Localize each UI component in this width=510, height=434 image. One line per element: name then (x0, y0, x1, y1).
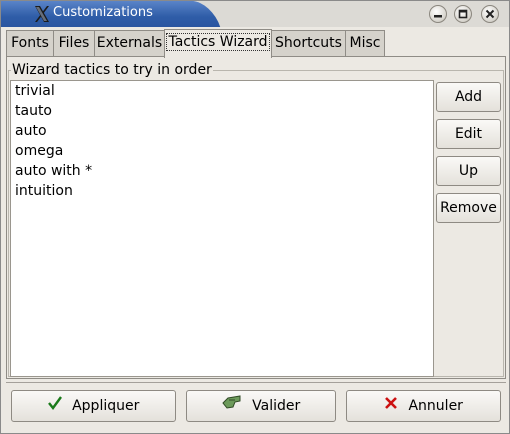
validate-button[interactable]: Valider (186, 390, 336, 422)
list-item[interactable]: auto (15, 121, 47, 141)
apply-label: Appliquer (72, 398, 140, 414)
list-item[interactable]: omega (15, 141, 63, 161)
cancel-button[interactable]: Annuler (346, 390, 501, 422)
footer-separator (6, 382, 506, 383)
remove-button[interactable]: Remove (436, 193, 501, 223)
tab-externals[interactable]: Externals (94, 30, 165, 57)
tab-label: Shortcuts (275, 35, 342, 51)
list-item[interactable]: intuition (15, 181, 73, 201)
close-icon (485, 9, 495, 19)
tab-label: Externals (96, 35, 163, 51)
tab-tactics-wizard[interactable]: Tactics Wizard (164, 29, 272, 58)
red-x-icon (384, 391, 398, 421)
tab-label: Tactics Wizard (166, 33, 270, 51)
list-item[interactable]: auto with * (15, 161, 92, 181)
validate-label: Valider (252, 398, 301, 414)
edit-button[interactable]: Edit (436, 119, 501, 149)
maximize-button[interactable] (454, 5, 472, 23)
list-item[interactable]: trivial (15, 81, 55, 101)
close-button[interactable] (481, 5, 499, 23)
group-label: Wizard tactics to try in order (11, 62, 213, 78)
apply-button[interactable]: Appliquer (11, 390, 176, 422)
title-bar[interactable]: Customizations (1, 1, 509, 27)
minimize-icon (434, 15, 442, 18)
tab-shortcuts[interactable]: Shortcuts (271, 30, 346, 57)
x-logo-icon[interactable] (32, 4, 52, 24)
tactics-list[interactable]: trivial tauto auto omega auto with * int… (10, 80, 434, 377)
ok-hand-icon (222, 391, 242, 421)
cancel-label: Annuler (408, 398, 463, 414)
customizations-window: Customizations Fonts Files Externals Tac… (0, 0, 510, 434)
window-title: Customizations (53, 5, 153, 20)
tab-files[interactable]: Files (53, 30, 95, 57)
maximize-icon (458, 9, 468, 19)
add-button[interactable]: Add (436, 82, 501, 112)
tab-fonts[interactable]: Fonts (6, 30, 54, 57)
up-button[interactable]: Up (436, 156, 501, 186)
minimize-button[interactable] (429, 5, 447, 23)
tab-misc[interactable]: Misc (345, 30, 385, 57)
checkmark-icon (47, 391, 62, 421)
tab-label: Files (58, 35, 90, 51)
list-item[interactable]: tauto (15, 101, 52, 121)
tab-label: Misc (349, 35, 381, 51)
tab-label: Fonts (11, 35, 49, 51)
